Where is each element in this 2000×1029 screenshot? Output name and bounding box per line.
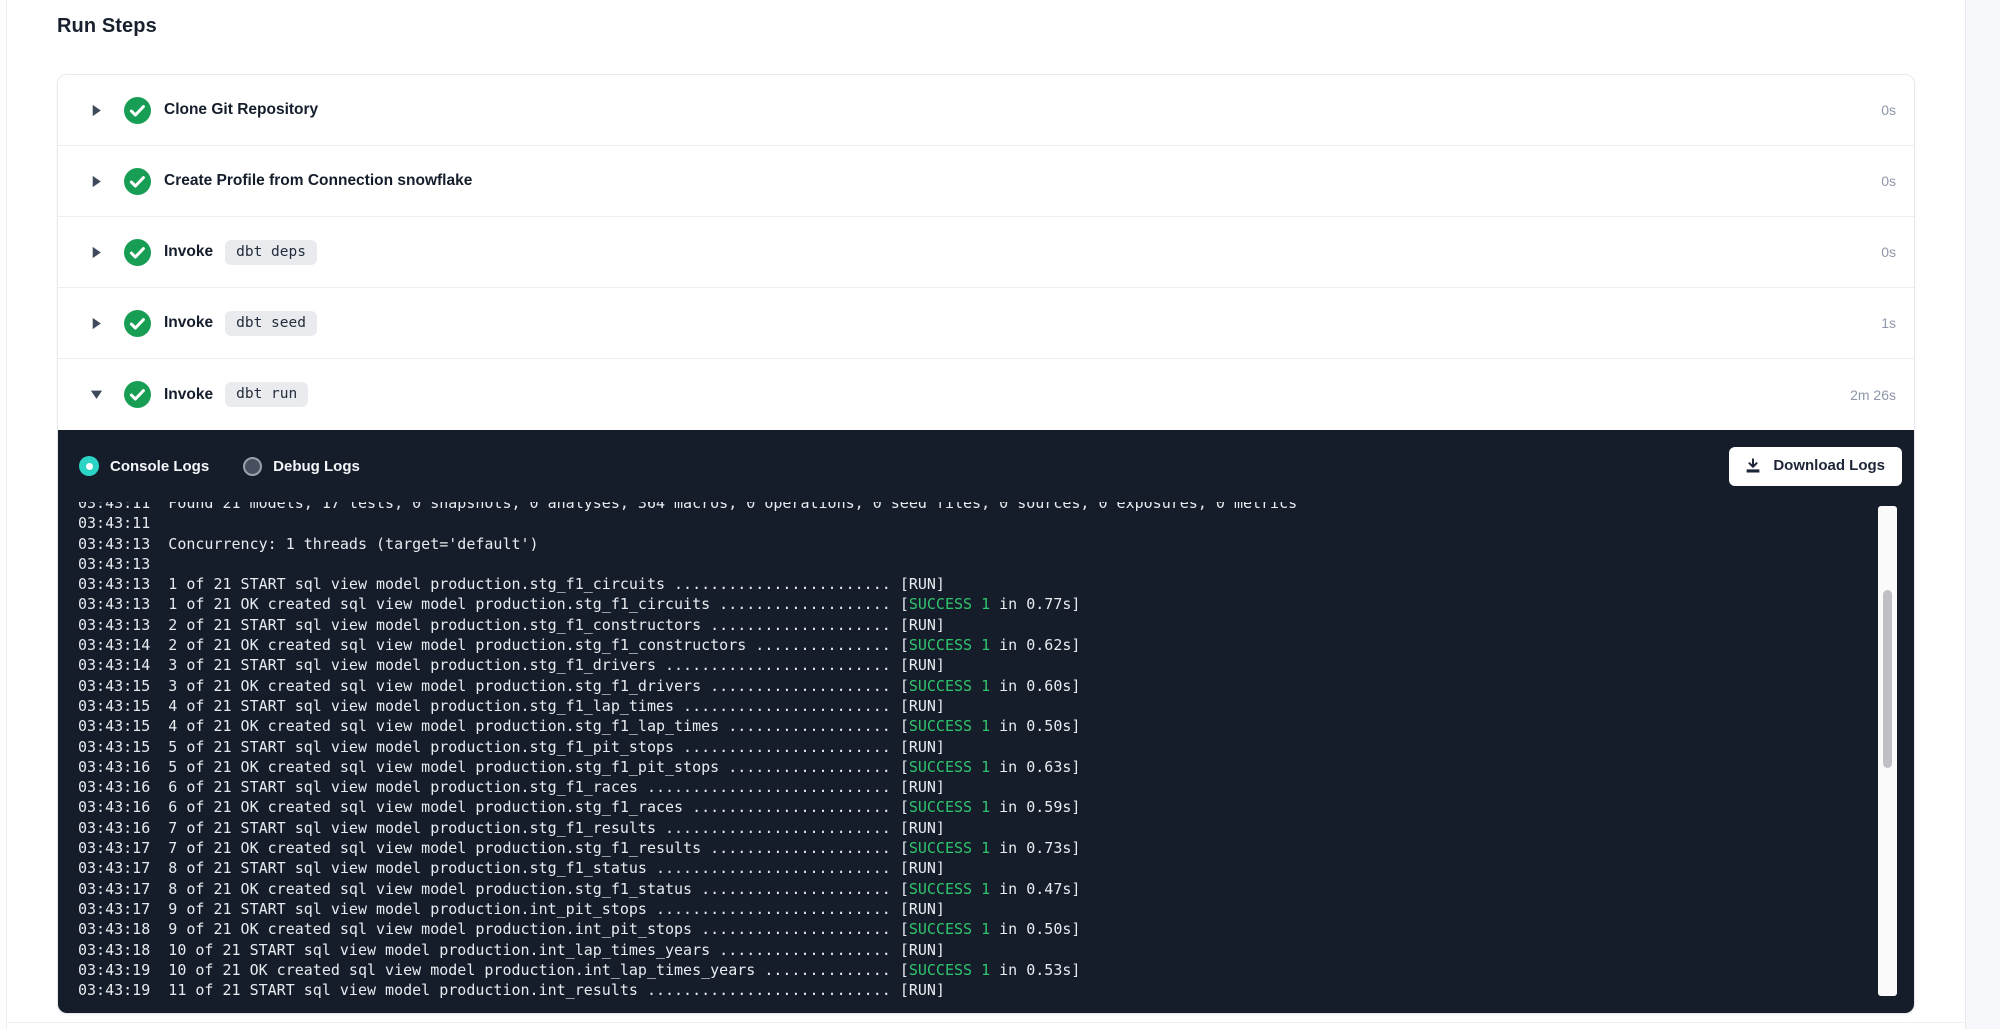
step-duration: 0s <box>1881 244 1896 260</box>
console-panel: Console Logs Debug Logs Download Logs 03… <box>58 430 1914 1013</box>
run-detail-content: Run Steps Clone Git Repository 0s Creat <box>57 0 1915 1014</box>
section-divider <box>8 1022 1964 1023</box>
expand-caret-icon[interactable] <box>89 103 103 117</box>
console-log-output: 03:43:11 Found 21 models, 17 tests, 0 sn… <box>78 502 1914 1000</box>
log-tab-radio[interactable]: Console Logs <box>79 456 209 476</box>
log-tab-label: Console Logs <box>110 458 209 475</box>
success-check-icon <box>124 97 151 124</box>
log-line: 03:43:11 <box>78 513 1914 533</box>
download-logs-label: Download Logs <box>1773 457 1885 474</box>
run-steps-list: Clone Git Repository 0s Create Profile f… <box>58 75 1914 430</box>
log-line: 03:43:13 2 of 21 START sql view model pr… <box>78 615 1914 635</box>
log-line: 03:43:16 6 of 21 START sql view model pr… <box>78 777 1914 797</box>
log-line: 03:43:15 3 of 21 OK created sql view mod… <box>78 676 1914 696</box>
log-line: 03:43:18 9 of 21 OK created sql view mod… <box>78 919 1914 939</box>
log-line: 03:43:15 4 of 21 START sql view model pr… <box>78 696 1914 716</box>
log-line: 03:43:11 Found 21 models, 17 tests, 0 sn… <box>78 502 1914 513</box>
log-tab-radio[interactable]: Debug Logs <box>243 457 360 476</box>
log-line: 03:43:17 9 of 21 START sql view model pr… <box>78 899 1914 919</box>
step-label: Invoke <box>164 386 213 404</box>
log-line: 03:43:17 8 of 21 OK created sql view mod… <box>78 879 1914 899</box>
log-line: 03:43:16 7 of 21 START sql view model pr… <box>78 818 1914 838</box>
log-line: 03:43:17 7 of 21 OK created sql view mod… <box>78 838 1914 858</box>
log-line: 03:43:13 1 of 21 START sql view model pr… <box>78 574 1914 594</box>
log-scrollbar-track[interactable] <box>1878 506 1897 996</box>
log-line: 03:43:15 5 of 21 START sql view model pr… <box>78 737 1914 757</box>
log-line: 03:43:16 6 of 21 OK created sql view mod… <box>78 797 1914 817</box>
run-step-row[interactable]: Invoke dbt seed 1s <box>58 288 1914 359</box>
step-label: Clone Git Repository <box>164 101 318 119</box>
radio-dot-icon[interactable] <box>79 456 99 476</box>
console-header: Console Logs Debug Logs Download Logs <box>58 430 1914 502</box>
log-line: 03:43:19 10 of 21 OK created sql view mo… <box>78 960 1914 980</box>
side-panel-edge <box>1965 0 2000 1029</box>
radio-dot-icon[interactable] <box>243 457 262 476</box>
page-left-gutter <box>0 0 7 1029</box>
log-type-radio-group: Console Logs Debug Logs <box>79 456 360 476</box>
download-logs-button[interactable]: Download Logs <box>1729 447 1902 486</box>
log-tab-label: Debug Logs <box>273 458 360 475</box>
step-label: Create Profile from Connection snowflake <box>164 172 472 190</box>
success-check-icon <box>124 168 151 195</box>
log-line: 03:43:18 10 of 21 START sql view model p… <box>78 940 1914 960</box>
log-line: 03:43:14 2 of 21 OK created sql view mod… <box>78 635 1914 655</box>
log-line: 03:43:13 <box>78 554 1914 574</box>
step-label: Invoke <box>164 243 213 261</box>
expand-caret-icon[interactable] <box>89 388 103 402</box>
success-check-icon <box>124 310 151 337</box>
success-check-icon <box>124 239 151 266</box>
log-line: 03:43:13 Concurrency: 1 threads (target=… <box>78 534 1914 554</box>
log-scrollbar-thumb[interactable] <box>1883 590 1892 768</box>
run-steps-card: Clone Git Repository 0s Create Profile f… <box>57 74 1915 1014</box>
step-duration: 2m 26s <box>1850 387 1896 403</box>
log-line: 03:43:14 3 of 21 START sql view model pr… <box>78 655 1914 675</box>
step-label: Invoke <box>164 314 213 332</box>
expand-caret-icon[interactable] <box>89 316 103 330</box>
step-duration: 0s <box>1881 173 1896 189</box>
run-step-row[interactable]: Invoke dbt run 2m 26s <box>58 359 1914 430</box>
run-step-row[interactable]: Invoke dbt deps 0s <box>58 217 1914 288</box>
step-duration: 0s <box>1881 102 1896 118</box>
expand-caret-icon[interactable] <box>89 245 103 259</box>
step-duration: 1s <box>1881 315 1896 331</box>
download-icon <box>1744 457 1762 475</box>
step-command-chip: dbt deps <box>225 240 317 265</box>
run-step-row[interactable]: Create Profile from Connection snowflake… <box>58 146 1914 217</box>
log-line: 03:43:16 5 of 21 OK created sql view mod… <box>78 757 1914 777</box>
log-line: 03:43:15 4 of 21 OK created sql view mod… <box>78 716 1914 736</box>
log-line: 03:43:13 1 of 21 OK created sql view mod… <box>78 594 1914 614</box>
console-log-viewport[interactable]: 03:43:11 Found 21 models, 17 tests, 0 sn… <box>58 502 1914 1005</box>
log-line: 03:43:17 8 of 21 START sql view model pr… <box>78 858 1914 878</box>
page-title: Run Steps <box>57 15 1915 38</box>
run-step-row[interactable]: Clone Git Repository 0s <box>58 75 1914 146</box>
log-line: 03:43:19 11 of 21 START sql view model p… <box>78 980 1914 1000</box>
step-command-chip: dbt run <box>225 382 308 407</box>
step-command-chip: dbt seed <box>225 311 317 336</box>
expand-caret-icon[interactable] <box>89 174 103 188</box>
success-check-icon <box>124 381 151 408</box>
